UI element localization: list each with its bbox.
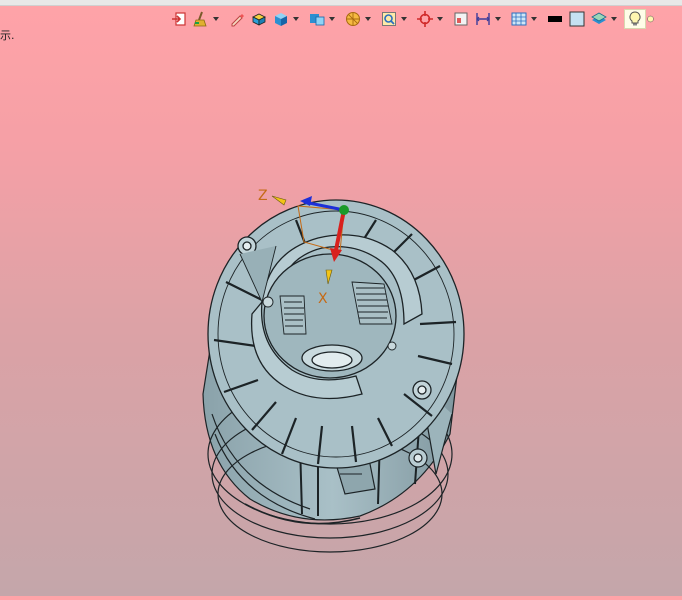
views-icon[interactable] xyxy=(306,9,328,29)
dimension-icon[interactable] xyxy=(472,9,494,29)
shaded-edges-icon[interactable] xyxy=(248,9,270,29)
partial-circle-icon[interactable] xyxy=(646,9,654,29)
grid-view-dropdown-icon[interactable] xyxy=(530,9,538,29)
x-axis-label: X xyxy=(318,291,328,307)
section-dropdown-icon[interactable] xyxy=(364,9,372,29)
cube-dropdown-icon[interactable] xyxy=(292,9,300,29)
pencil-icon[interactable] xyxy=(226,9,248,29)
top-border-strip xyxy=(0,0,682,6)
black-swatch-icon[interactable] xyxy=(544,9,566,29)
zoom-window-icon[interactable] xyxy=(378,9,400,29)
layers-icon[interactable] xyxy=(588,9,610,29)
crosshair-icon[interactable] xyxy=(414,9,436,29)
cube-icon[interactable] xyxy=(270,9,292,29)
graphics-viewport[interactable]: Z X xyxy=(0,34,682,596)
grid-view-icon[interactable] xyxy=(508,9,530,29)
broom-icon[interactable] xyxy=(190,9,212,29)
zoom-window-dropdown-icon[interactable] xyxy=(400,9,408,29)
view-toolbar xyxy=(168,8,654,30)
cad-model-view: Z X xyxy=(202,188,465,553)
lightbulb-icon[interactable] xyxy=(624,9,646,29)
layers-dropdown-icon[interactable] xyxy=(610,9,618,29)
broom-dropdown-icon[interactable] xyxy=(212,9,220,29)
dimension-dropdown-icon[interactable] xyxy=(494,9,502,29)
z-axis-label: Z xyxy=(258,188,268,204)
exit-icon[interactable] xyxy=(168,9,190,29)
views-dropdown-icon[interactable] xyxy=(328,9,336,29)
crosshair-dropdown-icon[interactable] xyxy=(436,9,444,29)
frame-icon[interactable] xyxy=(450,9,472,29)
light-blue-swatch-icon[interactable] xyxy=(566,9,588,29)
section-icon[interactable] xyxy=(342,9,364,29)
